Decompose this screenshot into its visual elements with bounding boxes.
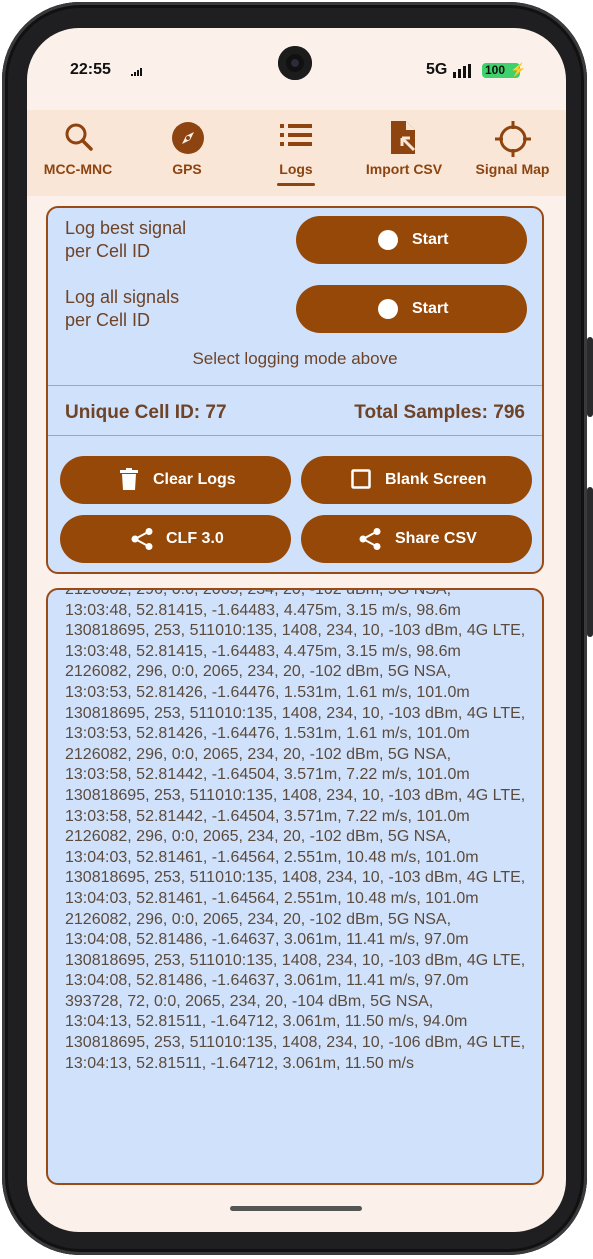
record-icon [378,299,398,319]
power-button [587,337,593,417]
status-bar: 22:55 5G 100 ⚡ [27,28,566,110]
tab-logs[interactable]: Logs [245,110,347,196]
share-csv-button[interactable]: Share CSV [301,515,532,563]
tab-bar: MCC-MNC GPS Logs Import CSV Signal Map [27,110,566,196]
home-indicator[interactable] [230,1206,362,1211]
log-output-panel[interactable]: 2126082, 296, 0:0, 2065, 234, 20, -102 d… [46,588,544,1185]
battery-level: 100 [485,63,506,77]
compass-icon [172,122,204,154]
start-button-label: Start [412,231,449,248]
clf-export-button[interactable]: CLF 3.0 [60,515,291,563]
status-time: 22:55 [70,61,111,78]
share-icon [131,528,153,550]
front-camera [278,46,312,80]
phone-frame: 22:55 5G 100 ⚡ MCC-MNC GPS Logs Import C… [2,2,593,1255]
search-icon [65,123,93,151]
active-tab-indicator [277,183,315,186]
divider [48,435,542,436]
log-best-label: Log best signal per Cell ID [65,218,187,261]
clf-label: CLF 3.0 [166,530,224,547]
total-samples-count: Total Samples: 796 [354,402,525,423]
start-all-button[interactable]: Start [296,285,527,333]
log-all-label: Log all signals per Cell ID [65,287,180,330]
network-type: 5G [426,61,448,78]
tab-label: Signal Map [475,161,550,177]
divider [48,385,542,386]
share-icon [359,528,381,550]
square-icon [351,469,371,489]
crosshair-icon [495,121,531,157]
start-best-button[interactable]: Start [296,216,527,264]
clear-logs-label: Clear Logs [153,471,236,488]
share-csv-label: Share CSV [395,530,477,547]
tab-label: Import CSV [365,161,443,177]
tab-signal-map[interactable]: Signal Map [459,110,566,196]
mode-hint: Select logging mode above [192,349,398,368]
blank-screen-label: Blank Screen [385,471,487,488]
tab-import-csv[interactable]: Import CSV [349,110,459,196]
signal-bars-icon [453,64,471,78]
record-icon [378,230,398,250]
start-button-label: Start [412,300,449,317]
clear-logs-button[interactable]: Clear Logs [60,456,291,504]
volume-button [587,487,593,637]
tab-gps[interactable]: GPS [136,110,238,196]
blank-screen-button[interactable]: Blank Screen [301,456,532,504]
log-text: 2126082, 296, 0:0, 2065, 234, 20, -102 d… [65,588,526,1072]
file-import-icon [391,121,416,154]
logging-control-card: Log best signal per Cell ID Start Log al… [46,206,544,574]
list-icon [280,124,312,146]
screen: 22:55 5G 100 ⚡ MCC-MNC GPS Logs Import C… [27,28,566,1232]
tab-label: GPS [172,161,202,177]
tab-label: Logs [279,161,313,177]
trash-icon [120,468,138,490]
tab-mcc-mnc[interactable]: MCC-MNC [27,110,129,196]
tab-label: MCC-MNC [43,161,113,177]
small-signal-icon [131,68,142,76]
unique-cell-count: Unique Cell ID: 77 [65,402,227,423]
charging-icon: ⚡ [510,62,527,77]
